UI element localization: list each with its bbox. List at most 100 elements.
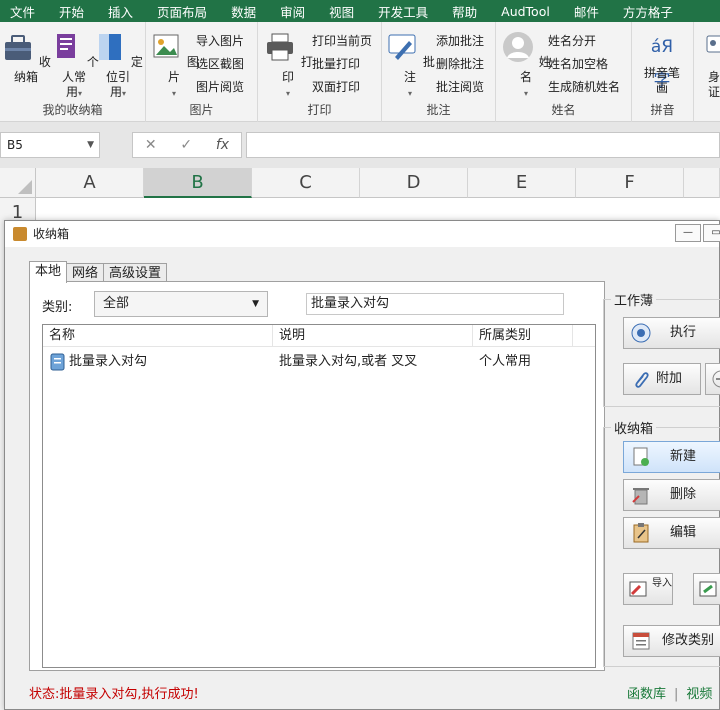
printer-icon — [267, 33, 294, 61]
group-label-comment: 批注 — [426, 103, 451, 117]
column-header-d[interactable]: D — [360, 168, 468, 198]
ribbon-tab-review[interactable]: 审阅 — [268, 2, 317, 21]
search-input[interactable]: 批量录入对勾 — [306, 293, 564, 315]
id-card-label: 身 证 — [707, 70, 720, 99]
edit-button[interactable]: 编辑 — [623, 517, 720, 549]
category-select-value: 全部 — [103, 296, 130, 311]
column-header-category[interactable]: 所属类别 — [473, 325, 573, 347]
picture-button[interactable]: 图片 ▾ — [148, 30, 200, 101]
new-document-icon — [633, 447, 649, 466]
footer-links: 函数库 | 视频 — [627, 683, 712, 702]
comment-button[interactable]: 批注 ▾ — [384, 30, 436, 101]
column-header-name[interactable]: 名称 — [43, 325, 273, 347]
ribbon-group-comment: 批注 ▾ 添加批注 删除批注 批注阅览 批注 — [382, 22, 496, 122]
tab-advanced-settings[interactable]: 高级设置 — [103, 263, 168, 283]
column-header-c[interactable]: C — [252, 168, 360, 198]
delete-button[interactable]: 删除 — [623, 479, 720, 511]
column-header-a[interactable]: A — [36, 168, 144, 198]
toolbox-icon — [5, 35, 32, 60]
name-button[interactable]: 姓名 ▾ — [500, 30, 552, 101]
workbook-legend: 工作薄 — [611, 290, 657, 309]
ribbon-tab-view[interactable]: 视图 — [317, 2, 366, 21]
ribbon-tab-insert[interactable]: 插入 — [96, 2, 145, 21]
name-box-value: B5 — [7, 138, 23, 152]
batch-print-button[interactable]: 批量打印 — [310, 54, 360, 74]
name-add-space-button[interactable]: 姓名加空格 — [546, 54, 608, 74]
document-icon — [50, 353, 65, 370]
chevron-down-icon: ▼ — [252, 299, 259, 309]
ribbon-tab-bar: 文件 开始 插入 页面布局 数据 审阅 视图 开发工具 帮助 AudTool 邮… — [0, 0, 720, 22]
ribbon-tab-page-layout[interactable]: 页面布局 — [145, 2, 219, 21]
ribbon-tab-help[interactable]: 帮助 — [440, 2, 489, 21]
delete-comment-button[interactable]: 删除批注 — [434, 54, 484, 74]
group-label-name: 姓名 — [551, 103, 576, 117]
comment-browse-button[interactable]: 批注阅览 — [434, 77, 484, 97]
import-button[interactable]: 导入 — [623, 573, 673, 605]
ribbon-tab-home[interactable]: 开始 — [47, 2, 96, 21]
id-card-button[interactable]: 身 证 — [694, 30, 720, 100]
trash-icon — [632, 488, 649, 505]
remove-attach-button[interactable] — [705, 363, 720, 395]
formula-buttons: ✕ ✓ fx — [132, 132, 242, 158]
ribbon-tab-audtool[interactable]: AudTool — [489, 4, 562, 19]
list-header: 名称 说明 所属类别 — [43, 325, 595, 347]
name-box-dropdown-icon[interactable]: ▼ — [87, 133, 94, 157]
ribbon-tab-file[interactable]: 文件 — [0, 2, 47, 21]
split-name-button[interactable]: 姓名分开 — [546, 31, 596, 51]
dialog-title: 收纳箱 — [33, 227, 70, 241]
print-button[interactable]: 打印 ▾ — [262, 30, 314, 101]
import-picture-button[interactable]: 导入图片 — [194, 31, 244, 51]
dialog-title-bar: 收纳箱 — ▭ — [5, 221, 720, 247]
tab-network[interactable]: 网络 — [66, 263, 105, 283]
ribbon-group-name: 姓名 ▾ 姓名分开 姓名加空格 生成随机姓名 姓名 — [496, 22, 632, 122]
ribbon-group-print: 打印 ▾ 打印当前页 批量打印 双面打印 打印 — [258, 22, 382, 122]
formula-input[interactable] — [246, 132, 720, 158]
minimize-icon[interactable]: — — [675, 224, 701, 242]
attach-button[interactable]: 附加 — [623, 363, 701, 395]
local-tab-panel: 类别: 全部 ▼ 批量录入对勾 名称 说明 所属类别 批量录入对勾 批量录入对勾… — [29, 281, 605, 671]
video-link[interactable]: 视频 — [686, 687, 712, 702]
column-header-f[interactable]: F — [576, 168, 684, 198]
paperclip-icon — [635, 372, 649, 388]
add-comment-button[interactable]: 添加批注 — [434, 31, 484, 51]
list-item-name: 批量录入对勾 — [43, 349, 273, 375]
picture-browse-button[interactable]: 图片阅览 — [194, 77, 244, 97]
enter-formula-icon[interactable]: ✓ — [180, 137, 192, 153]
category-select[interactable]: 全部 ▼ — [94, 291, 268, 317]
column-header-b[interactable]: B — [144, 168, 252, 198]
name-box[interactable]: B5 ▼ — [0, 132, 100, 158]
cancel-formula-icon[interactable]: ✕ — [145, 137, 157, 153]
insert-function-icon[interactable]: fx — [216, 137, 229, 153]
items-list[interactable]: 名称 说明 所属类别 批量录入对勾 批量录入对勾,或者 叉叉 个人常用 — [42, 324, 596, 668]
new-button[interactable]: 新建 — [623, 441, 720, 473]
locate-reference-button[interactable]: 定位引 用▾ — [92, 30, 144, 101]
execute-button[interactable]: 执行 — [623, 317, 720, 349]
status-text: 状态:批量录入对勾,执行成功! — [29, 687, 199, 702]
delete-label: 删除 — [670, 487, 697, 502]
locate-icon — [99, 34, 122, 60]
column-header-e[interactable]: E — [468, 168, 576, 198]
column-header-g[interactable] — [684, 168, 720, 198]
pinyin-icon: áЯ字 — [650, 37, 674, 91]
select-all-corner[interactable] — [0, 168, 36, 198]
print-current-page-button[interactable]: 打印当前页 — [310, 31, 372, 51]
ribbon-tab-developer[interactable]: 开发工具 — [366, 2, 440, 21]
list-item[interactable]: 批量录入对勾 批量录入对勾,或者 叉叉 个人常用 — [43, 349, 595, 375]
ribbon-tab-fangfang[interactable]: 方方格子 — [611, 2, 685, 21]
export-button[interactable] — [693, 573, 720, 605]
maximize-icon[interactable]: ▭ — [703, 224, 720, 242]
column-header-description[interactable]: 说明 — [273, 325, 473, 347]
pinyin-stroke-button[interactable]: áЯ字 拼音笔 画 — [636, 30, 688, 96]
group-label-pinyin: 拼音 — [650, 103, 675, 117]
ribbon-tab-data[interactable]: 数据 — [219, 2, 268, 21]
function-library-link[interactable]: 函数库 — [627, 687, 666, 702]
storage-box-button[interactable]: 收 纳箱 — [0, 30, 52, 85]
modify-category-button[interactable]: 修改类别 — [623, 625, 720, 657]
dialog-tab-strip: 本地 网络 高级设置 — [29, 261, 168, 283]
random-name-button[interactable]: 生成随机姓名 — [546, 77, 620, 97]
select-screenshot-button[interactable]: 选区截图 — [194, 54, 244, 74]
duplex-print-button[interactable]: 双面打印 — [310, 77, 360, 97]
ribbon-tab-mail[interactable]: 邮件 — [562, 2, 611, 21]
tab-local[interactable]: 本地 — [29, 261, 68, 283]
list-item-description: 批量录入对勾,或者 叉叉 — [279, 354, 418, 369]
